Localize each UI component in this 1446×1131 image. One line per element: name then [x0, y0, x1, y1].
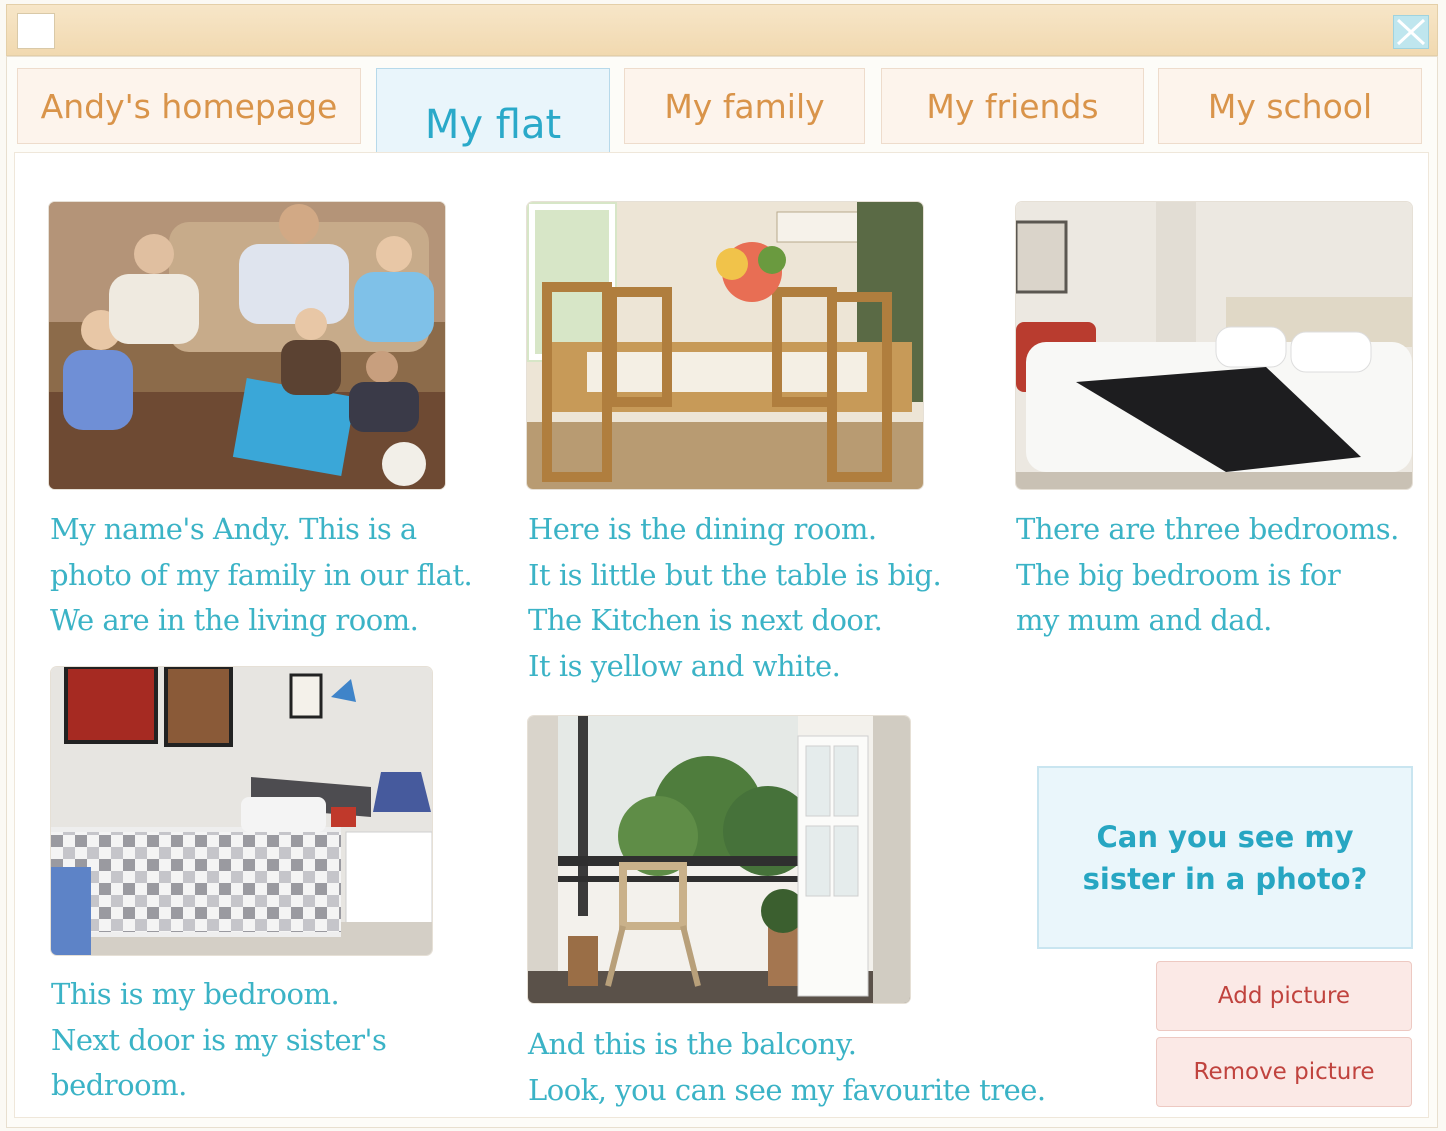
- window-icon: [17, 13, 55, 49]
- family-living-room-photo: [49, 202, 445, 489]
- question-line-2: sister in a photo?: [1082, 861, 1368, 896]
- remove-picture-button[interactable]: Remove picture: [1156, 1037, 1412, 1107]
- tab-my-friends[interactable]: My friends: [881, 68, 1144, 144]
- parents-bedroom-caption: There are three bedrooms. The big bedroo…: [1016, 512, 1399, 637]
- family-photo-caption: My name's Andy. This is a photo of my fa…: [50, 512, 473, 637]
- andy-bedroom-caption: This is my bedroom. Next door is my sist…: [51, 977, 387, 1102]
- tab-andys-homepage[interactable]: Andy's homepage: [17, 68, 361, 144]
- window-titlebar: [6, 4, 1438, 56]
- balcony-caption: And this is the balcony. Look, you can s…: [528, 1027, 1046, 1107]
- dining-room-photo: [527, 202, 923, 489]
- tab-my-school[interactable]: My school: [1158, 68, 1422, 144]
- add-picture-button[interactable]: Add picture: [1156, 961, 1412, 1031]
- parents-bedroom-photo: [1016, 202, 1412, 489]
- balcony-photo: [528, 716, 910, 1003]
- close-icon[interactable]: [1393, 15, 1429, 49]
- tab-my-family[interactable]: My family: [624, 68, 865, 144]
- question-line-1: Can you see my: [1096, 819, 1354, 854]
- sister-question-box: Can you see my sister in a photo?: [1037, 766, 1413, 949]
- dining-room-caption: Here is the dining room. It is little bu…: [528, 512, 942, 683]
- andy-bedroom-photo: [51, 667, 432, 955]
